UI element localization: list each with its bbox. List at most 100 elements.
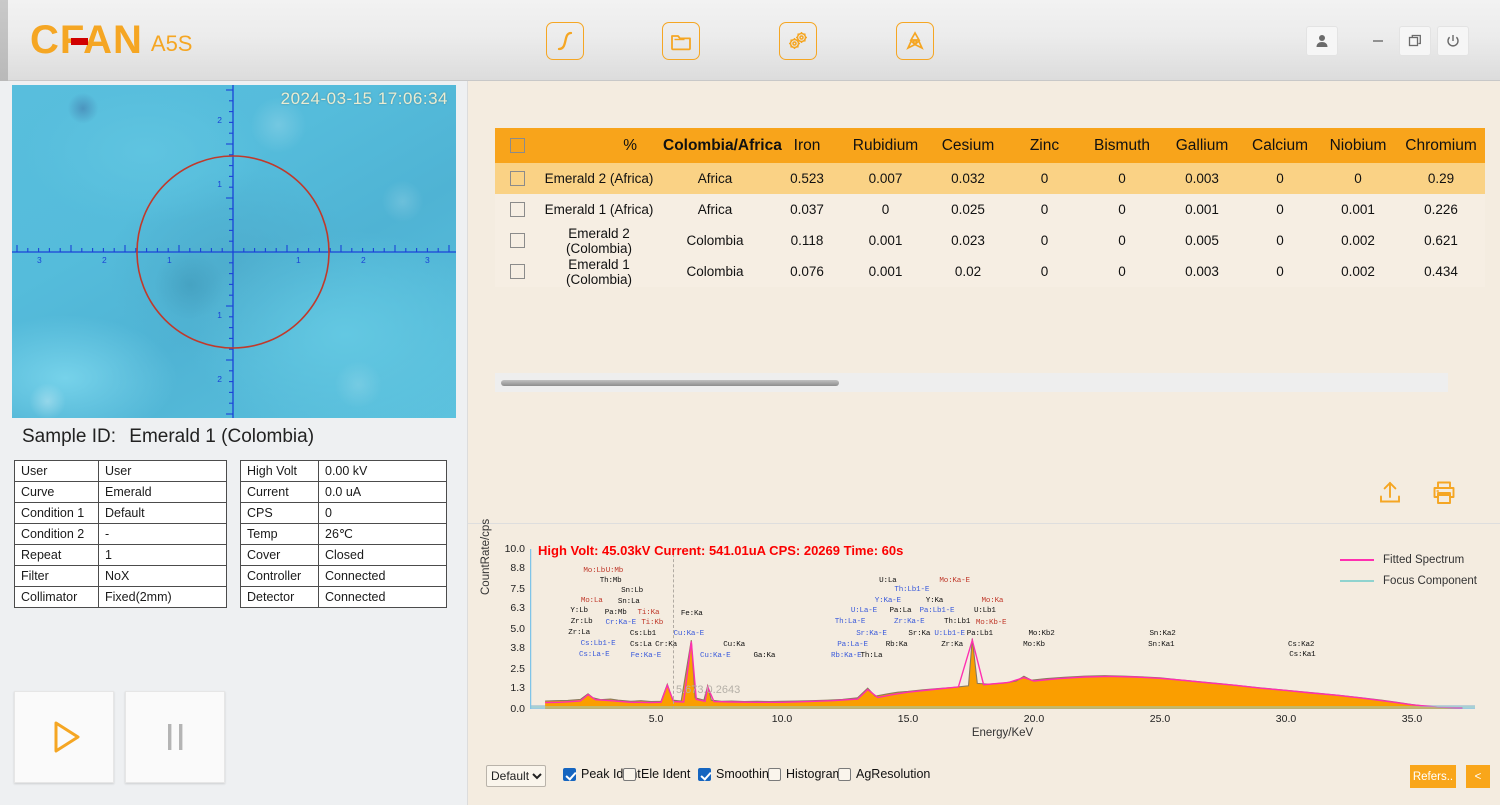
info-row: User User <box>14 460 227 482</box>
row-value: 0.001 <box>843 256 928 287</box>
column-header-niobium: Niobium <box>1319 128 1397 163</box>
peak-label: Sr:Ka <box>908 629 931 638</box>
peak-label: Pa:Mb <box>604 608 627 617</box>
x-tick-label: 15.0 <box>897 713 919 725</box>
checkbox-agresolution[interactable]: AgResolution <box>838 767 930 781</box>
checkbox-box[interactable] <box>623 767 636 781</box>
checkbox-box[interactable] <box>838 767 851 781</box>
info-key: Temp <box>240 523 319 545</box>
checkbox-smoothing[interactable]: Smoothing <box>698 767 776 781</box>
pause-button[interactable] <box>125 691 225 783</box>
row-value: 0.032 <box>928 163 1008 194</box>
checkbox-box[interactable] <box>563 767 576 781</box>
peak-label: Ti:Kb <box>641 619 664 628</box>
row-checkbox[interactable] <box>509 264 525 280</box>
peak-label: U:La <box>879 576 897 585</box>
row-sample-name: Emerald 2 (Colombia) <box>539 225 659 256</box>
row-checkbox[interactable] <box>509 233 525 249</box>
scrollbar-thumb[interactable] <box>501 380 839 386</box>
column-header-zinc: Zinc <box>1008 128 1081 163</box>
peak-label: Cs:La-E <box>579 651 610 660</box>
peak-label: Th:La-E <box>834 618 866 627</box>
peak-label: Mo:Ka <box>981 596 1004 605</box>
svg-text:3: 3 <box>37 255 42 265</box>
peak-label: Cs:Lb1 <box>629 629 656 638</box>
info-key: Filter <box>14 565 99 587</box>
peak-label: Zr:Ka <box>941 641 963 650</box>
row-value: 0 <box>1241 225 1319 256</box>
info-value: NoX <box>98 565 227 587</box>
row-value: 0 <box>1081 194 1163 225</box>
y-tick-label: 8.8 <box>510 562 525 575</box>
y-tick-label: 5.0 <box>510 623 525 635</box>
x-tick-label: 10.0 <box>771 713 793 725</box>
row-checkbox-cell[interactable] <box>495 256 539 287</box>
export-icon[interactable] <box>1376 479 1404 512</box>
chart-plot-area[interactable]: 0.0 1.3 2.5 3.8 5.0 6.3 7.5 8.8 10.0 5.0 10.0 15.0… <box>505 543 1475 725</box>
peak-label: Th:Lb1 <box>944 618 971 627</box>
curve-icon[interactable] <box>546 22 584 60</box>
x-tick-label: 25.0 <box>1149 713 1171 725</box>
row-value: 0 <box>1081 163 1163 194</box>
peak-label: Mo:Kb2 <box>1028 630 1055 639</box>
peak-label: Pa:Lb1 <box>966 629 993 638</box>
peak-label: U:Lb1 <box>973 607 996 616</box>
row-checkbox-cell[interactable] <box>495 163 539 194</box>
restore-icon[interactable] <box>1399 26 1431 56</box>
row-origin: Colombia <box>659 256 771 287</box>
peak-label: Cs:Ka1 <box>1289 651 1316 660</box>
play-button[interactable] <box>14 691 114 783</box>
peak-label: Cs:La <box>629 640 652 649</box>
row-checkbox[interactable] <box>509 202 525 218</box>
table-row[interactable]: Emerald 2 (Colombia) Colombia 0.118 0.001 0.… <box>495 225 1485 256</box>
row-checkbox-cell[interactable] <box>495 225 539 256</box>
checkbox-histogram[interactable]: Histogram <box>768 767 843 781</box>
info-value: 0 <box>318 502 447 524</box>
row-value: 0.02 <box>928 256 1008 287</box>
info-key: Cover <box>240 544 319 566</box>
info-key: User <box>14 460 99 482</box>
minimize-icon[interactable] <box>1362 26 1394 56</box>
peak-label: Cu:Ka <box>723 641 746 650</box>
user-icon[interactable] <box>1306 26 1338 56</box>
preset-select[interactable]: Default <box>486 765 546 787</box>
peak-label: Pa:Lb1-E <box>919 607 955 616</box>
checkbox-box[interactable] <box>698 767 711 781</box>
y-tick-label: 3.8 <box>510 642 525 655</box>
spectrum-chart[interactable]: CountRate/cps 0.0 1.3 2.5 3.8 5.0 6.3 7.5 8.8 10… <box>480 519 1487 749</box>
peak-label: U:La-E <box>850 607 877 616</box>
camera-timestamp: 2024-03-15 17:06:34 <box>280 89 448 108</box>
checkbox-box[interactable] <box>768 767 781 781</box>
peak-label: Fe:Ka <box>680 609 703 618</box>
select-all-header[interactable] <box>495 128 539 163</box>
table-row[interactable]: Emerald 2 (Africa) Africa 0.523 0.007 0.032 0… <box>495 163 1485 194</box>
column-header-gallium: Gallium <box>1163 128 1241 163</box>
checkbox-ele-ident[interactable]: Ele Ident <box>623 767 690 781</box>
print-icon[interactable] <box>1430 479 1458 512</box>
sample-id-row: Sample ID: Emerald 1 (Colombia) <box>22 426 314 448</box>
row-value: 0 <box>1241 256 1319 287</box>
info-row: Repeat 1 <box>14 544 227 566</box>
table-horizontal-scrollbar[interactable] <box>495 373 1448 392</box>
power-icon[interactable] <box>1437 26 1469 56</box>
radiation-icon[interactable] <box>896 22 934 60</box>
collapse-button[interactable]: < <box>1466 765 1490 788</box>
peak-label: Pa:La <box>889 607 912 616</box>
info-row: Filter NoX <box>14 565 227 587</box>
camera-preview[interactable]: 3 2 1 1 2 3 2 1 1 2 2024-03-15 17:06:34 <box>12 85 456 418</box>
settings-icon[interactable] <box>779 22 817 60</box>
row-checkbox[interactable] <box>509 171 525 187</box>
peak-label: Zr:Lb <box>570 617 593 626</box>
y-tick-label: 0.0 <box>510 703 525 715</box>
info-key: Condition 2 <box>14 523 99 545</box>
select-all-checkbox[interactable] <box>509 137 525 153</box>
info-row: Curve Emerald <box>14 481 227 503</box>
refers-button[interactable]: Refers.. <box>1410 765 1456 788</box>
folder-icon[interactable] <box>662 22 700 60</box>
info-value: 26℃ <box>318 523 447 545</box>
table-row[interactable]: Emerald 1 (Africa) Africa 0.037 0 0.025 0 0 0.0… <box>495 194 1485 225</box>
svg-text:3: 3 <box>425 255 430 265</box>
table-row[interactable]: Emerald 1 (Colombia) Colombia 0.076 0.001 0.… <box>495 256 1485 287</box>
row-checkbox-cell[interactable] <box>495 194 539 225</box>
chart-status-text: High Volt: 45.03kV Current: 541.01uA CPS… <box>538 543 904 558</box>
